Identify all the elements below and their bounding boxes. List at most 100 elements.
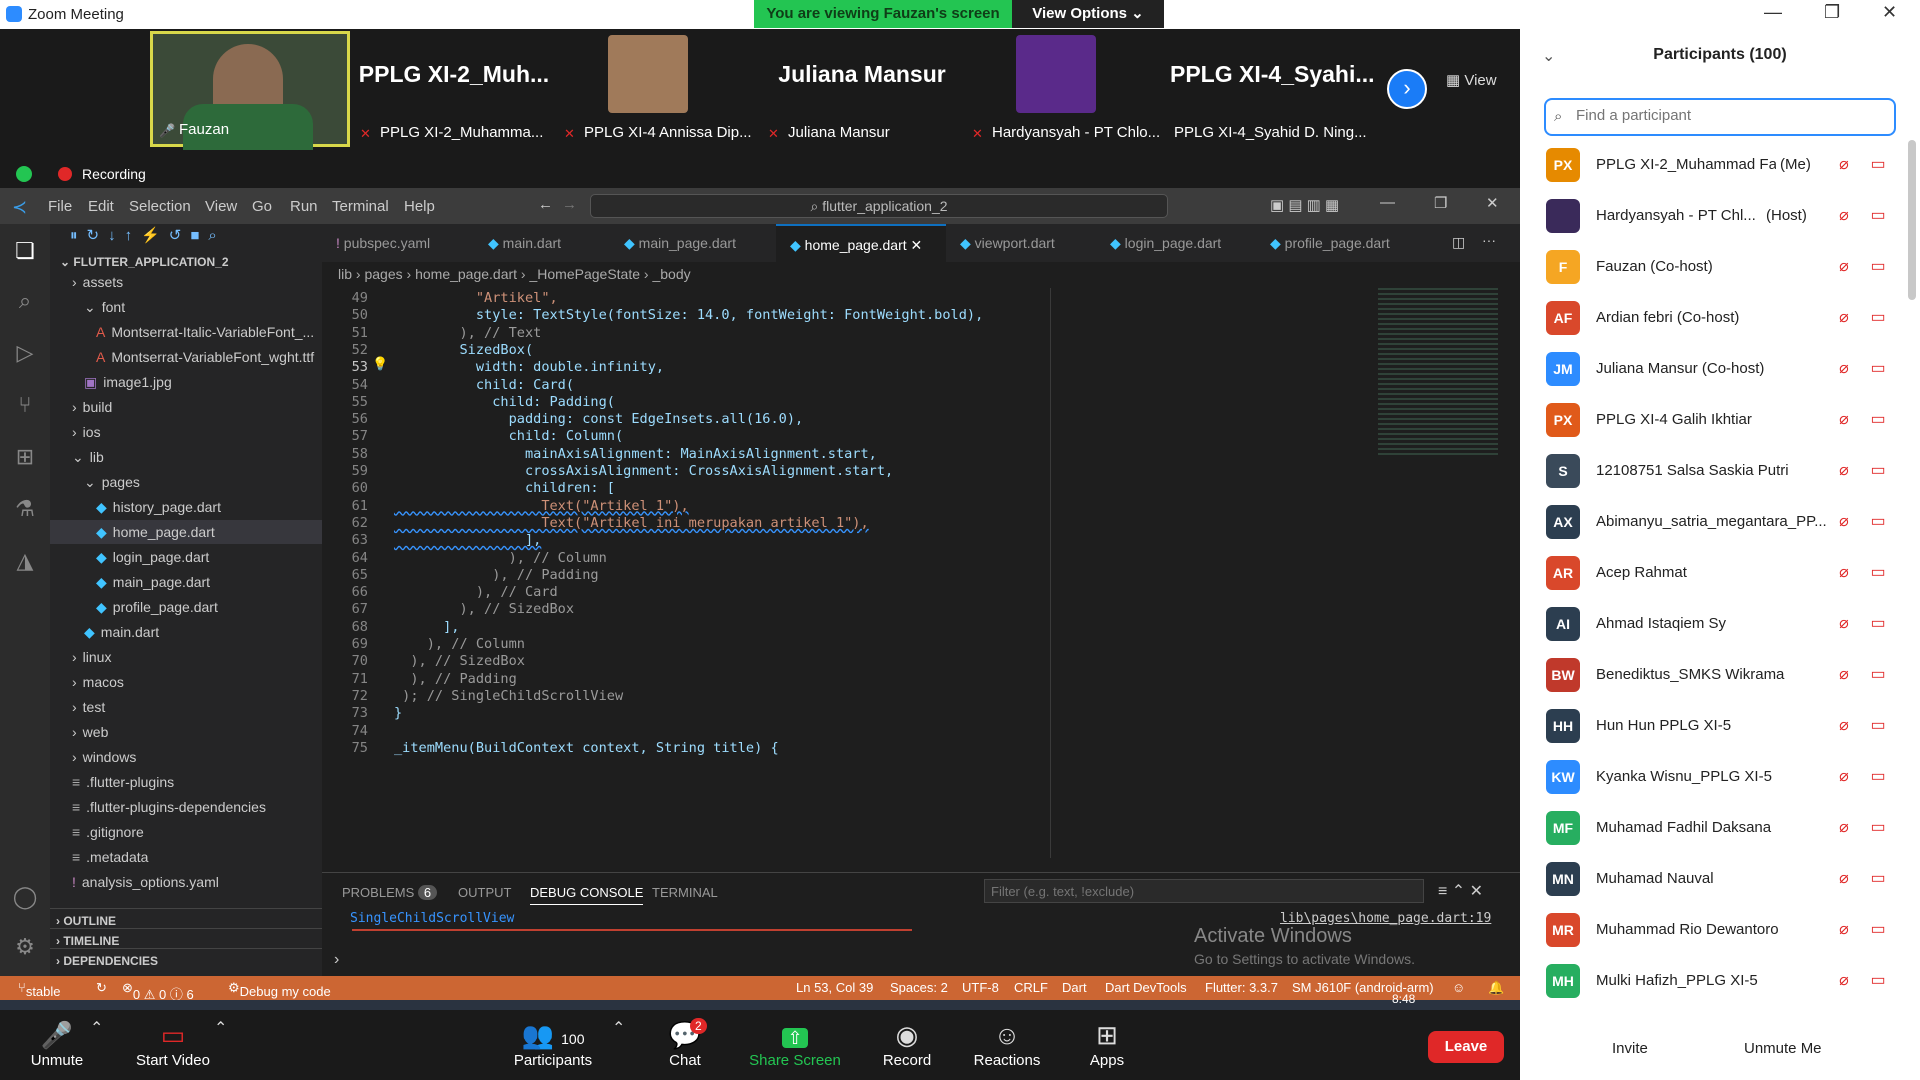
console-source-link[interactable]: lib\pages\home_page.dart:19 bbox=[1280, 911, 1491, 926]
cursor-position[interactable]: Ln 53, Col 39 bbox=[796, 980, 873, 995]
breadcrumb-item[interactable]: _body bbox=[652, 266, 690, 282]
account-icon[interactable]: ◯ bbox=[12, 884, 38, 910]
apps-button[interactable]: ⊞ Apps bbox=[1052, 1018, 1162, 1069]
minimize-icon[interactable]: — bbox=[1380, 194, 1395, 211]
mic-off-icon[interactable]: ⌀ bbox=[1834, 715, 1854, 737]
back-arrow-icon[interactable]: ← bbox=[538, 196, 553, 213]
restore-icon[interactable]: ❐ bbox=[1434, 194, 1447, 212]
mic-off-icon[interactable]: ⌀ bbox=[1834, 460, 1854, 482]
reactions-button[interactable]: ☺ Reactions bbox=[952, 1018, 1062, 1069]
participant-row[interactable]: JM Juliana Mansur (Co-host) ⌀ ▭ bbox=[1520, 344, 1920, 395]
participants-chevron-icon[interactable]: ⌃ bbox=[612, 1018, 625, 1038]
mic-off-icon[interactable]: ⌀ bbox=[1834, 154, 1854, 176]
participant-row[interactable]: PX PPLG XI-2_Muhammad Fad...(Me) ⌀ ▭ bbox=[1520, 140, 1920, 191]
video-off-icon[interactable]: ▭ bbox=[1866, 919, 1890, 941]
participant-search-input[interactable] bbox=[1576, 107, 1886, 124]
video-tile[interactable]: PPLG XI-4_Syahi... PPLG XI-4_Syahid D. N… bbox=[1170, 31, 1375, 147]
invite-button[interactable]: Invite bbox=[1612, 1040, 1648, 1057]
forward-arrow-icon[interactable]: → bbox=[562, 196, 577, 213]
participant-row[interactable]: HH Hun Hun PPLG XI-5 ⌀ ▭ bbox=[1520, 701, 1920, 752]
mic-off-icon[interactable]: ⌀ bbox=[1834, 664, 1854, 686]
video-off-icon[interactable]: ▭ bbox=[1866, 562, 1890, 584]
split-editor-icon[interactable]: ◫ bbox=[1452, 234, 1465, 251]
debug-status[interactable]: ⚙ Debug my code bbox=[228, 980, 331, 999]
mic-off-icon[interactable]: ⌀ bbox=[1834, 511, 1854, 533]
testing-icon[interactable]: ⚗ bbox=[12, 496, 38, 522]
video-off-icon[interactable]: ▭ bbox=[1866, 358, 1890, 380]
participant-row[interactable]: PX PPLG XI-4 Galih Ikhtiar ⌀ ▭ bbox=[1520, 395, 1920, 446]
video-tile[interactable]: ✕ PPLG XI-4 Annissa Dip... bbox=[558, 31, 758, 147]
video-off-icon[interactable]: ▭ bbox=[1866, 868, 1890, 890]
video-off-icon[interactable]: ▭ bbox=[1866, 970, 1890, 992]
video-tile-fauzan[interactable]: 🎤 Fauzan bbox=[150, 31, 350, 150]
mic-off-icon[interactable]: ⌀ bbox=[1834, 970, 1854, 992]
breadcrumb-item[interactable]: pages bbox=[364, 266, 402, 282]
chat-button[interactable]: 💬 Chat 2 bbox=[630, 1018, 740, 1069]
participant-row[interactable]: MN Muhamad Nauval ⌀ ▭ bbox=[1520, 854, 1920, 905]
devtools-status[interactable]: Dart DevTools bbox=[1105, 980, 1187, 995]
tree-item[interactable]: › web bbox=[50, 720, 322, 744]
tab-main[interactable]: ◆ main.dart bbox=[474, 224, 610, 262]
explorer-icon[interactable]: ❏ bbox=[12, 238, 38, 264]
participant-row[interactable]: AX Abimanyu_satria_megantara_PP... ⌀ ▭ bbox=[1520, 497, 1920, 548]
window-minimize-icon[interactable]: — bbox=[1764, 2, 1782, 23]
mic-off-icon[interactable]: ⌀ bbox=[1834, 919, 1854, 941]
tree-item[interactable]: ◆ home_page.dart bbox=[50, 520, 322, 544]
participant-row[interactable]: Hardyansyah - PT Chl... (Host) ⌀ ▭ bbox=[1520, 191, 1920, 242]
search-icon[interactable]: ⌕ bbox=[12, 288, 38, 314]
breadcrumb-item[interactable]: lib bbox=[338, 266, 352, 282]
tree-item[interactable]: › assets bbox=[50, 270, 322, 294]
tree-item[interactable]: ! analysis_options.yaml bbox=[50, 870, 322, 894]
unmute-me-button[interactable]: Unmute Me bbox=[1744, 1040, 1822, 1057]
video-off-icon[interactable]: ▭ bbox=[1866, 766, 1890, 788]
video-off-icon[interactable]: ▭ bbox=[1866, 511, 1890, 533]
mic-off-icon[interactable]: ⌀ bbox=[1834, 817, 1854, 839]
mic-off-icon[interactable]: ⌀ bbox=[1834, 613, 1854, 635]
encoding-status[interactable]: UTF-8 bbox=[962, 980, 999, 995]
video-off-icon[interactable]: ▭ bbox=[1866, 205, 1890, 227]
mic-off-icon[interactable]: ⌀ bbox=[1834, 358, 1854, 380]
tree-item[interactable]: ◆ profile_page.dart bbox=[50, 595, 322, 619]
tab-problems[interactable]: PROBLEMS 6 bbox=[342, 885, 438, 900]
eol-status[interactable]: CRLF bbox=[1014, 980, 1048, 995]
participant-row[interactable]: KW Kyanka Wisnu_PPLG XI-5 ⌀ ▭ bbox=[1520, 752, 1920, 803]
scrollbar-thumb[interactable] bbox=[1908, 140, 1916, 300]
tree-item[interactable]: ◆ login_page.dart bbox=[50, 545, 322, 569]
tree-item[interactable]: › macos bbox=[50, 670, 322, 694]
leave-button[interactable]: Leave bbox=[1428, 1031, 1504, 1063]
participant-row[interactable]: MR Muhammad Rio Dewantoro ⌀ ▭ bbox=[1520, 905, 1920, 956]
menu-go[interactable]: Go bbox=[252, 198, 272, 215]
console-filter-input[interactable] bbox=[984, 879, 1424, 903]
video-off-icon[interactable]: ▭ bbox=[1866, 154, 1890, 176]
tab-output[interactable]: OUTPUT bbox=[458, 885, 511, 900]
tab-pubspec[interactable]: ! pubspec.yaml bbox=[322, 224, 474, 262]
tree-item[interactable]: › ios bbox=[50, 420, 322, 444]
flutter-version-status[interactable]: Flutter: 3.3.7 bbox=[1205, 980, 1278, 995]
mic-off-icon[interactable]: ⌀ bbox=[1834, 868, 1854, 890]
mic-off-icon[interactable]: ⌀ bbox=[1834, 766, 1854, 788]
tree-item[interactable]: ≡ .metadata bbox=[50, 845, 322, 869]
window-close-icon[interactable]: ✕ bbox=[1882, 2, 1897, 23]
tab-home-page[interactable]: ◆ home_page.dart ✕ bbox=[776, 224, 946, 262]
mic-off-icon[interactable]: ⌀ bbox=[1834, 409, 1854, 431]
video-tile[interactable]: Juliana Mansur ✕ Juliana Mansur bbox=[762, 31, 962, 147]
participant-row[interactable]: AR Acep Rahmat ⌀ ▭ bbox=[1520, 548, 1920, 599]
tree-item[interactable]: A Montserrat-Italic-VariableFont_... bbox=[50, 320, 322, 344]
participant-row[interactable]: BW Benediktus_SMKS Wikrama ⌀ ▭ bbox=[1520, 650, 1920, 701]
mic-off-icon[interactable]: ⌀ bbox=[1834, 307, 1854, 329]
flutter-icon[interactable]: ◮ bbox=[12, 548, 38, 574]
feedback-icon[interactable]: ☺ bbox=[1452, 980, 1465, 995]
breadcrumb-item[interactable]: home_page.dart bbox=[415, 266, 517, 282]
video-tile[interactable]: PPLG XI-2_Muh... ✕ PPLG XI-2_Muhamma... bbox=[354, 31, 554, 147]
command-center[interactable]: ⌕ flutter_application_2 bbox=[590, 194, 1168, 218]
tab-login-page[interactable]: ◆ login_page.dart bbox=[1096, 224, 1256, 262]
mic-off-icon[interactable]: ⌀ bbox=[1834, 562, 1854, 584]
video-off-icon[interactable]: ▭ bbox=[1866, 715, 1890, 737]
extensions-icon[interactable]: ⊞ bbox=[12, 444, 38, 470]
audio-options-chevron-icon[interactable]: ⌃ bbox=[90, 1018, 103, 1038]
tab-terminal[interactable]: TERMINAL bbox=[652, 885, 718, 900]
tree-item[interactable]: ▣ image1.jpg bbox=[50, 370, 322, 394]
tab-profile-page[interactable]: ◆ profile_page.dart bbox=[1256, 224, 1426, 262]
tree-item[interactable]: A Montserrat-VariableFont_wght.ttf bbox=[50, 345, 322, 369]
tree-item[interactable]: › build bbox=[50, 395, 322, 419]
